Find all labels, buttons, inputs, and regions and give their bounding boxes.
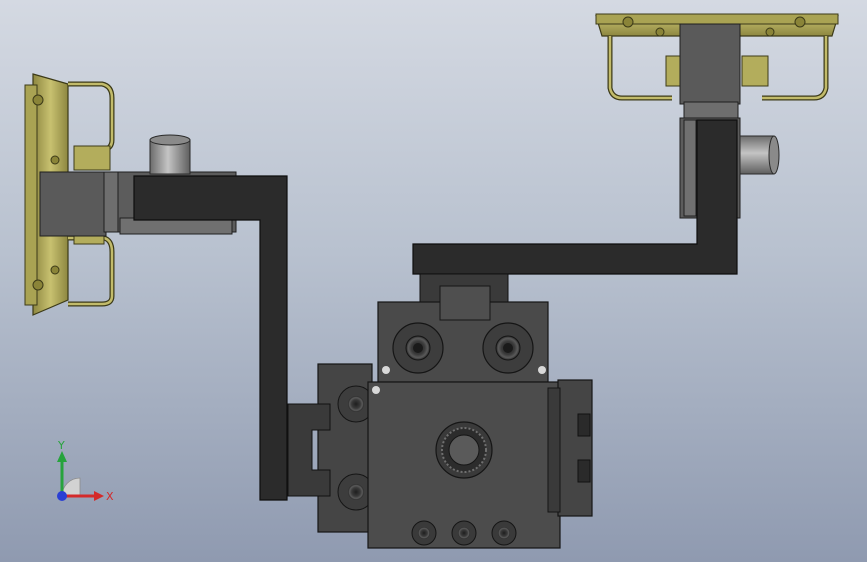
z-axis-dot — [57, 491, 67, 501]
left-gripper — [24, 73, 121, 316]
y-axis-label: Y — [57, 439, 65, 452]
3d-model-viewport[interactable]: Y X — [0, 0, 867, 562]
y-axis-arrow — [57, 451, 67, 462]
right-gripper — [595, 13, 839, 121]
x-axis-arrow — [94, 491, 104, 501]
gripper-assembly-model[interactable] — [0, 0, 867, 562]
x-axis-label: X — [106, 490, 114, 503]
central-body — [287, 273, 593, 549]
coordinate-triad-icon: Y X — [57, 439, 114, 503]
